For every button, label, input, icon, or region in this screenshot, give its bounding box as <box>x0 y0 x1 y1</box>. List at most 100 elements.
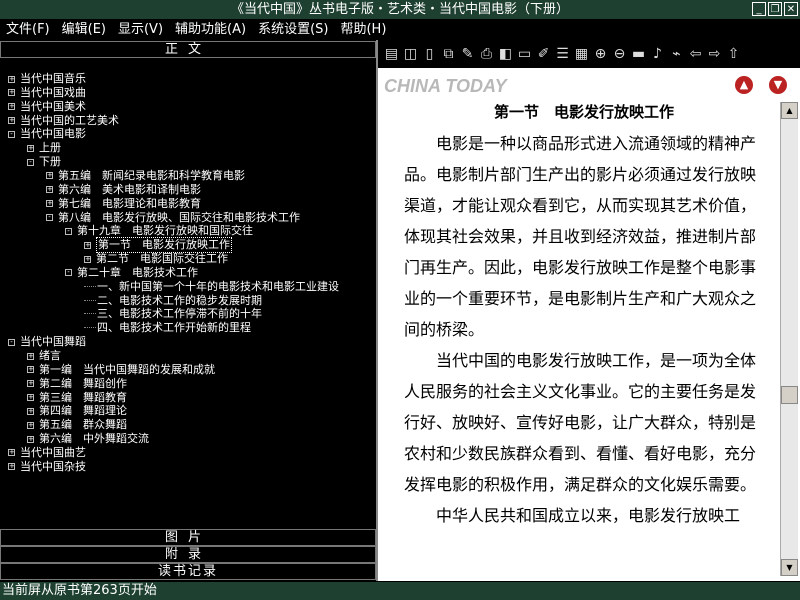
close-button[interactable]: ✕ <box>784 2 798 16</box>
zoom-in-icon[interactable]: ⊕ <box>591 45 610 64</box>
tree-item[interactable]: + 当代中国曲艺 <box>8 446 86 460</box>
expand-icon[interactable]: + <box>8 449 15 457</box>
list-icon[interactable]: ☰ <box>553 45 572 64</box>
tree-item-label: 当代中国电影 <box>20 127 86 141</box>
expand-icon[interactable]: + <box>27 394 34 402</box>
expand-icon[interactable]: + <box>8 117 15 125</box>
tab-main-text[interactable]: 正文 <box>0 41 376 58</box>
tree-item[interactable]: - 下册 <box>27 155 61 169</box>
scroll-thumb[interactable] <box>781 386 798 404</box>
vertical-scrollbar[interactable]: ▲ ▼ <box>780 102 798 576</box>
menu-settings[interactable]: 系统设置(S) <box>252 19 334 40</box>
status-bar: 当前屏从原书第263页开始 <box>0 582 800 600</box>
restore-button[interactable]: ❐ <box>768 2 782 16</box>
tab-pictures[interactable]: 图片 <box>0 529 376 546</box>
collapse-icon[interactable]: - <box>8 130 15 138</box>
tree-item[interactable]: - 当代中国电影 <box>8 127 86 141</box>
tree-item[interactable]: + 第五编 群众舞蹈 <box>27 418 127 432</box>
back-arrow-icon[interactable]: ⇦ <box>686 45 705 64</box>
up-arrow-icon[interactable]: ⇧ <box>724 45 743 64</box>
tree-item[interactable]: + 第四编 舞蹈理论 <box>27 404 127 418</box>
edit-icon[interactable]: ✎ <box>458 45 477 64</box>
tree-connector <box>84 299 96 302</box>
tree-item[interactable]: + 第六编 中外舞蹈交流 <box>27 432 149 446</box>
tree-item[interactable]: + 第二节 电影国际交往工作 <box>84 252 228 266</box>
tree-item[interactable]: + 当代中国杂技 <box>8 460 86 474</box>
tree-item[interactable]: + 当代中国音乐 <box>8 72 86 86</box>
tab-reading-log[interactable]: 读书记录 <box>0 563 376 580</box>
display-icon[interactable]: ▬ <box>629 45 648 64</box>
expand-icon[interactable]: + <box>27 352 34 360</box>
tab-appendix[interactable]: 附录 <box>0 546 376 563</box>
tree-item[interactable]: + 第三编 舞蹈教育 <box>27 391 127 405</box>
tree-item[interactable]: + 当代中国美术 <box>8 100 86 114</box>
collapse-icon[interactable]: - <box>65 269 72 277</box>
expand-icon[interactable]: + <box>84 241 91 249</box>
menu-view[interactable]: 显示(V) <box>112 19 169 40</box>
tree-item[interactable]: - 当代中国舞蹈 <box>8 335 86 349</box>
bookmark-icon[interactable]: ▭ <box>515 45 534 64</box>
sound-icon[interactable]: ♪ <box>648 45 667 64</box>
tree-item-label: 三、电影技术工作停滞不前的十年 <box>97 307 262 321</box>
scroll-down-button[interactable]: ▼ <box>781 559 798 576</box>
expand-icon[interactable]: + <box>27 366 34 374</box>
tree-item[interactable]: 四、电影技术工作开始新的里程 <box>84 321 251 335</box>
collapse-icon[interactable]: - <box>65 227 72 235</box>
tree-item-label: 二、电影技术工作的稳步发展时期 <box>97 293 262 307</box>
tree-item[interactable]: 三、电影技术工作停滞不前的十年 <box>84 307 262 321</box>
expand-icon[interactable]: + <box>46 186 53 194</box>
menu-edit[interactable]: 编辑(E) <box>56 19 112 40</box>
tree-item[interactable]: + 上册 <box>27 141 61 155</box>
collapse-icon[interactable]: - <box>46 214 53 221</box>
tree-item[interactable]: + 当代中国戏曲 <box>8 86 86 100</box>
tree-item[interactable]: + 绪言 <box>27 349 61 363</box>
menu-accessibility[interactable]: 辅助功能(A) <box>169 19 252 40</box>
menu-help[interactable]: 帮助(H) <box>334 19 392 40</box>
collapse-icon[interactable]: - <box>27 158 34 166</box>
print-icon[interactable]: ⎙ <box>477 45 496 64</box>
expand-icon[interactable]: + <box>8 75 15 83</box>
tree-connector <box>84 313 96 315</box>
tree-item[interactable]: 一、新中国第一个十年的电影技术和电影工业建设 <box>84 280 339 294</box>
tree-item[interactable]: - 第八编 电影发行放映、国际交往和电影技术工作 <box>46 211 300 225</box>
expand-icon[interactable]: + <box>8 103 15 111</box>
tree-item[interactable]: + 第七编 电影理论和电影教育 <box>46 197 201 211</box>
page-icon[interactable]: ▯ <box>420 45 439 64</box>
tree-item[interactable]: + 第六编 美术电影和译制电影 <box>46 183 201 197</box>
zoom-out-icon[interactable]: ⊖ <box>610 45 629 64</box>
tree-item[interactable]: + 第一节 电影发行放映工作 <box>84 237 232 254</box>
expand-icon[interactable]: + <box>8 463 15 471</box>
collapse-icon[interactable]: - <box>8 338 15 346</box>
expand-icon[interactable]: + <box>27 407 34 415</box>
expand-icon[interactable]: + <box>27 380 34 388</box>
link-icon[interactable]: ⌁ <box>667 45 686 64</box>
tree-item[interactable]: + 第一编 当代中国舞蹈的发展和成就 <box>27 363 215 377</box>
expand-icon[interactable]: + <box>27 421 34 429</box>
open-book-icon[interactable]: ▤ <box>382 45 401 64</box>
view-icon[interactable]: ◫ <box>401 45 420 64</box>
tree-item[interactable]: + 当代中国的工艺美术 <box>8 114 119 128</box>
expand-icon[interactable]: + <box>46 200 53 208</box>
expand-icon[interactable]: + <box>8 89 15 97</box>
page-up-icon[interactable]: ▲ <box>735 76 753 94</box>
expand-icon[interactable]: + <box>27 435 34 443</box>
save-icon[interactable]: ◧ <box>496 45 515 64</box>
tree-item[interactable]: + 第二编 舞蹈创作 <box>27 377 127 391</box>
expand-icon[interactable]: + <box>46 172 53 180</box>
menu-file[interactable]: 文件(F) <box>0 19 56 40</box>
tree-item-label: 第一编 当代中国舞蹈的发展和成就 <box>39 362 215 376</box>
tree-item[interactable]: - 第二十章 电影技术工作 <box>65 266 198 280</box>
copy-icon[interactable]: ⧉ <box>439 45 458 64</box>
minimize-button[interactable]: _ <box>752 2 766 16</box>
tree-item[interactable]: 二、电影技术工作的稳步发展时期 <box>84 294 262 308</box>
note-icon[interactable]: ✐ <box>534 45 553 64</box>
tree-item[interactable]: + 第五编 新闻纪录电影和科学教育电影 <box>46 169 245 183</box>
expand-icon[interactable]: + <box>84 255 91 263</box>
forward-arrow-icon[interactable]: ⇨ <box>705 45 724 64</box>
tree-item-label: 当代中国杂技 <box>20 459 86 473</box>
page-down-icon[interactable]: ▼ <box>769 76 787 94</box>
expand-icon[interactable]: + <box>27 144 34 152</box>
tree-item-label: 绪言 <box>39 349 61 362</box>
table-icon[interactable]: ▦ <box>572 45 591 64</box>
scroll-up-button[interactable]: ▲ <box>781 102 798 119</box>
